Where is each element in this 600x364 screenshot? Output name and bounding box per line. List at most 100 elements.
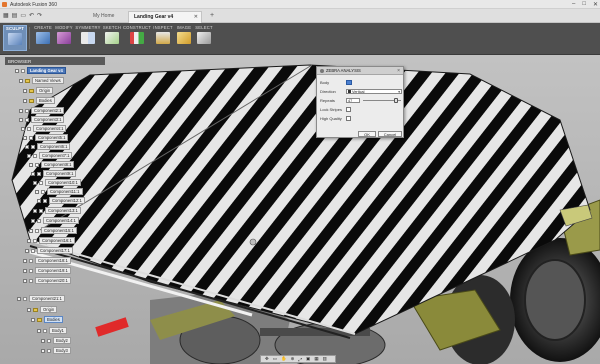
lock-stripes-checkbox[interactable] <box>346 107 351 112</box>
modify-label: MODIFY <box>55 25 73 30</box>
tree-item-label: Component12:1 <box>49 196 85 205</box>
display-settings-icon[interactable]: ▣ <box>306 356 310 362</box>
zebra-analysis-dialog: ZEBRA ANALYSIS × Body Direction Vertical… <box>316 66 404 138</box>
tree-item[interactable]: Component20:1 <box>23 276 71 285</box>
tree-item-label: Component14:1 <box>43 216 79 225</box>
slider-handle[interactable] <box>393 98 398 103</box>
tree-item[interactable]: Component2:1 <box>19 106 65 115</box>
expand-toggle-icon[interactable] <box>15 68 19 73</box>
tree-item-selected[interactable]: Bodies <box>31 315 63 324</box>
image-icon <box>177 32 191 44</box>
modify-menu[interactable]: MODIFY <box>53 25 75 51</box>
tree-item[interactable]: Component4:1 <box>21 124 67 133</box>
repeats-input[interactable]: 47 <box>346 98 360 103</box>
sketch-menu[interactable]: SKETCH <box>101 25 123 51</box>
direction-dropdown[interactable]: Vertical ▾ <box>346 89 402 94</box>
select-menu[interactable]: SELECT <box>193 25 215 51</box>
lock-stripes-label: Lock Stripes <box>320 107 343 112</box>
file-icon[interactable]: ▤ <box>12 12 18 19</box>
undo-icon[interactable]: ↶ <box>29 12 34 19</box>
tree-item[interactable]: Component10:1 <box>33 178 81 187</box>
tree-item[interactable]: Component17:1 <box>25 246 73 255</box>
tree-item[interactable]: Origin <box>27 305 58 314</box>
symmetry-icon <box>81 32 95 44</box>
workspace-switcher[interactable]: SCULPT <box>3 25 27 51</box>
maximize-icon[interactable]: □ <box>582 1 586 8</box>
ok-button[interactable]: OK <box>358 131 376 137</box>
dialog-grip-icon <box>320 68 324 73</box>
inspect-menu[interactable]: INSPECT <box>151 25 175 51</box>
tree-item-label: Component18:1 <box>35 256 71 265</box>
tab-landing-gear[interactable]: Landing Gear v4 ✕ <box>128 11 202 23</box>
tree-item[interactable]: Component5:1 <box>23 133 69 142</box>
sketch-icon <box>105 32 119 44</box>
tree-item[interactable]: Component16:1 <box>27 236 75 245</box>
browser-header[interactable]: BROWSER <box>5 57 105 65</box>
tree-item[interactable]: Component7:1 <box>27 151 73 160</box>
grid-settings-icon[interactable]: ▦ <box>314 356 318 362</box>
viewports-icon[interactable]: ▥ <box>323 356 327 362</box>
minimize-icon[interactable]: – <box>572 1 575 8</box>
orbit-icon[interactable]: ✥ <box>265 356 269 362</box>
dialog-close-icon[interactable]: × <box>397 68 400 74</box>
tree-item-label: Named Views <box>32 76 64 85</box>
data-panel-icon[interactable]: ▦ <box>3 12 9 19</box>
tree-item[interactable]: Component18:1 <box>23 256 71 265</box>
look-at-icon[interactable]: ▭ <box>273 356 277 362</box>
new-tab-button[interactable]: + <box>205 10 215 22</box>
tree-item[interactable]: Component14:1 <box>31 216 79 225</box>
direction-value: Vertical <box>352 89 365 94</box>
direction-label: Direction <box>320 89 336 94</box>
zoom-icon[interactable]: ⊕ <box>291 356 295 362</box>
cancel-button[interactable]: Cancel <box>378 131 402 137</box>
redo-icon[interactable]: ↷ <box>37 12 42 19</box>
tree-item[interactable]: Component13:1 <box>33 206 81 215</box>
construct-menu[interactable]: CONSTRUCT <box>123 25 151 51</box>
tree-item[interactable]: Body3 <box>41 346 71 355</box>
repeats-slider[interactable] <box>363 98 401 103</box>
tree-item[interactable]: Component21:1 <box>17 294 65 303</box>
fit-icon[interactable]: ⤢ <box>298 357 302 362</box>
tree-item[interactable]: Component12:1 <box>37 196 85 205</box>
tree-item[interactable]: Component19:1 <box>23 266 71 275</box>
tree-item[interactable]: Component11:1 <box>35 187 83 196</box>
pan-icon[interactable]: ✋ <box>281 356 287 362</box>
create-label: CREATE <box>34 25 52 30</box>
tree-root[interactable]: Landing Gear v4 <box>15 66 66 75</box>
tree-item[interactable]: Bodies <box>23 96 55 105</box>
close-icon[interactable]: ✕ <box>593 1 598 8</box>
tree-item-label: Component4:1 <box>33 124 67 133</box>
tree-root-label: Landing Gear v4 <box>27 66 66 75</box>
tree-item[interactable]: Component6:1 <box>25 142 71 151</box>
create-menu[interactable]: CREATE <box>32 25 54 51</box>
tree-item[interactable]: Component15:1 <box>29 226 77 235</box>
tree-item[interactable]: Body1 <box>37 326 67 335</box>
tree-item-label: Body3 <box>53 346 71 355</box>
tab-close-icon[interactable]: ✕ <box>194 14 198 20</box>
tree-item[interactable]: Component3:1 <box>19 115 65 124</box>
save-icon[interactable]: ▭ <box>20 12 26 19</box>
tree-item[interactable]: Origin <box>23 86 54 95</box>
fusion-logo-icon <box>2 2 7 7</box>
tree-item-label: Body1 <box>49 326 67 335</box>
tree-item-label: Bodies <box>36 96 55 105</box>
image-menu[interactable]: IMAGE <box>174 25 194 51</box>
dialog-title-bar[interactable]: ZEBRA ANALYSIS × <box>317 67 403 75</box>
tab-my-home[interactable]: My Home <box>88 11 128 23</box>
tree-item[interactable]: Body2 <box>41 336 71 345</box>
tree-item-label: Body2 <box>53 336 71 345</box>
tree-item[interactable]: Component9:1 <box>31 169 77 178</box>
tree-item[interactable]: Named Views <box>19 76 64 85</box>
body-selection-button[interactable] <box>346 80 352 85</box>
high-quality-checkbox[interactable] <box>346 116 351 121</box>
tree-item-label: Origin <box>36 86 54 95</box>
visibility-icon[interactable] <box>21 68 25 73</box>
body-label: Body <box>320 80 330 85</box>
app-title: Autodesk Fusion 360 <box>10 2 57 8</box>
title-bar: Autodesk Fusion 360 – □ ✕ <box>0 0 600 9</box>
tree-item[interactable]: Component8:1 <box>29 160 75 169</box>
symmetry-menu[interactable]: SYMMETRY <box>75 25 101 51</box>
high-quality-row: High Quality <box>320 115 402 122</box>
tree-item-label: Component16:1 <box>39 236 75 245</box>
tree-item-label: Component13:1 <box>45 206 81 215</box>
